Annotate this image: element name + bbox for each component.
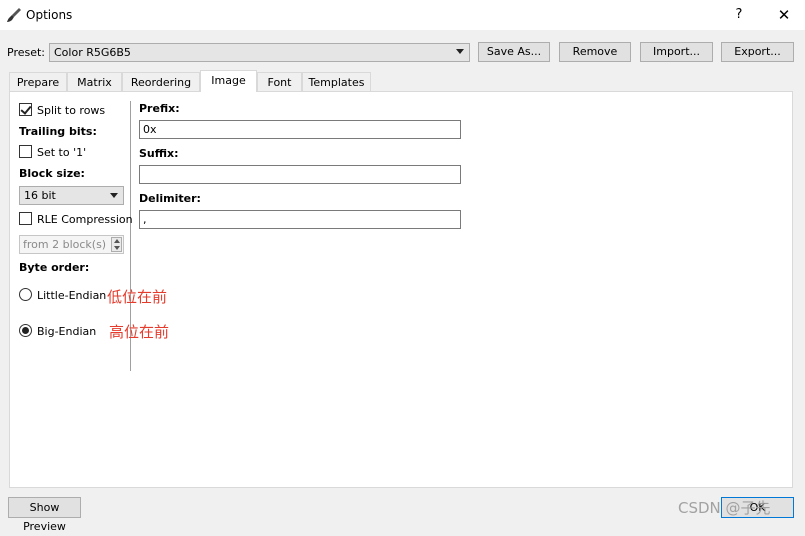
suffix-input[interactable] xyxy=(139,165,461,184)
tab-font[interactable]: Font xyxy=(257,72,302,92)
close-button[interactable]: ✕ xyxy=(774,5,794,25)
title-bar: Options ? ✕ xyxy=(0,0,805,30)
remove-button[interactable]: Remove xyxy=(559,42,631,62)
chevron-down-icon xyxy=(114,246,120,250)
chevron-down-icon xyxy=(456,49,464,54)
tab-reordering[interactable]: Reordering xyxy=(122,72,200,92)
split-to-rows-label: Split to rows xyxy=(37,104,106,117)
tab-prepare[interactable]: Prepare xyxy=(9,72,67,92)
set-to-1-label: Set to '1' xyxy=(37,146,87,159)
prefix-input[interactable] xyxy=(139,120,461,139)
help-button[interactable]: ? xyxy=(730,5,748,25)
tab-templates[interactable]: Templates xyxy=(302,72,371,92)
big-endian-radio[interactable] xyxy=(19,324,32,337)
brush-icon xyxy=(7,8,21,22)
little-endian-label: Little-Endian xyxy=(37,289,107,302)
block-size-heading: Block size: xyxy=(19,167,85,180)
rle-compression-checkbox[interactable] xyxy=(19,212,32,225)
big-endian-annotation: 高位在前 xyxy=(109,323,170,341)
suffix-label: Suffix: xyxy=(139,147,179,160)
watermark-text: CSDN @子先 xyxy=(678,499,771,517)
little-endian-annotation: 低位在前 xyxy=(107,288,168,306)
rle-compression-label: RLE Compression xyxy=(37,213,133,226)
set-to-1-checkbox[interactable] xyxy=(19,145,32,158)
preset-label: Preset: xyxy=(7,46,46,59)
chevron-down-icon xyxy=(110,193,118,198)
rle-min-blocks-value: from 2 block(s) xyxy=(23,238,107,251)
rle-min-blocks-spinbox[interactable]: from 2 block(s) xyxy=(19,235,124,254)
window-title: Options xyxy=(26,8,73,22)
block-size-value: 16 bit xyxy=(24,189,56,202)
import-button[interactable]: Import... xyxy=(640,42,713,62)
show-preview-button[interactable]: Show Preview xyxy=(8,497,81,533)
big-endian-label: Big-Endian xyxy=(37,325,97,338)
preset-dropdown[interactable]: Color R5G6B5 xyxy=(49,43,470,62)
byte-order-heading: Byte order: xyxy=(19,261,90,274)
tab-matrix[interactable]: Matrix xyxy=(67,72,122,92)
export-button[interactable]: Export... xyxy=(721,42,794,62)
delimiter-label: Delimiter: xyxy=(139,192,201,205)
delimiter-input[interactable] xyxy=(139,210,461,229)
prefix-label: Prefix: xyxy=(139,102,180,115)
block-size-dropdown[interactable]: 16 bit xyxy=(19,186,124,205)
spin-buttons[interactable] xyxy=(111,237,122,252)
trailing-bits-heading: Trailing bits: xyxy=(19,125,97,138)
save-as-button[interactable]: Save As... xyxy=(478,42,550,62)
split-to-rows-checkbox[interactable] xyxy=(19,103,32,116)
little-endian-radio[interactable] xyxy=(19,288,32,301)
tab-image[interactable]: Image xyxy=(200,70,257,92)
preset-value: Color R5G6B5 xyxy=(54,46,131,59)
chevron-up-icon xyxy=(114,239,120,243)
